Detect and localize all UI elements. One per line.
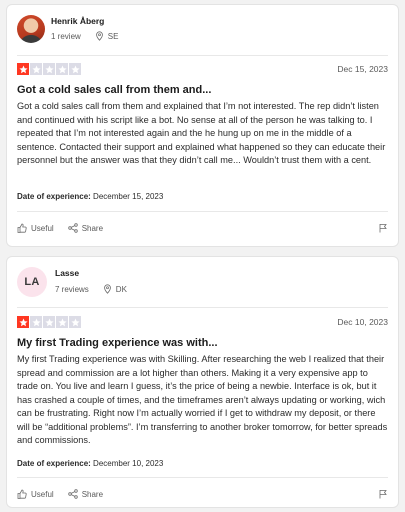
review-actions: Useful Share	[17, 487, 388, 501]
star-rating	[17, 316, 81, 328]
star-icon	[56, 316, 68, 328]
review-body: Got a cold sales call from them and expl…	[17, 101, 386, 165]
reviewer-meta: 1 review SE	[51, 31, 118, 41]
star-icon	[17, 63, 29, 75]
divider	[17, 55, 388, 56]
reviewer-country: DK	[115, 284, 127, 294]
experience-value: December 15, 2023	[93, 192, 164, 201]
divider	[17, 211, 388, 212]
review-card: Henrik Åberg 1 review SE Dec 15, 2023 Go…	[6, 4, 399, 247]
review-title[interactable]: Got a cold sales call from them and...	[17, 84, 211, 96]
star-icon	[69, 316, 81, 328]
review-date: Dec 10, 2023	[337, 317, 388, 327]
experience-date: Date of experience: December 10, 2023	[17, 459, 163, 468]
review-date: Dec 15, 2023	[337, 64, 388, 74]
share-label: Share	[81, 223, 104, 233]
thumbs-up-icon	[17, 223, 27, 233]
reviewer-header: LA Lasse 7 reviews DK	[17, 267, 387, 297]
share-icon	[67, 223, 78, 233]
share-icon	[67, 489, 78, 499]
share-button[interactable]: Share	[67, 489, 104, 499]
reviewer-meta: 7 reviews DK	[55, 284, 127, 294]
useful-button[interactable]: Useful	[17, 489, 54, 499]
flag-icon[interactable]	[378, 223, 388, 233]
review-actions: Useful Share	[17, 221, 388, 235]
reviewer-header: Henrik Åberg 1 review SE	[17, 15, 387, 45]
share-button[interactable]: Share	[67, 223, 104, 233]
review-card: LA Lasse 7 reviews DK Dec 10, 2023 My fi…	[6, 256, 399, 508]
reviewer-name[interactable]: Henrik Åberg	[51, 16, 104, 26]
star-rating	[17, 63, 81, 75]
divider	[17, 307, 388, 308]
review-count: 1 review	[51, 31, 81, 41]
reviewer-country: SE	[107, 31, 119, 41]
location-pin-icon	[95, 31, 103, 41]
review-count: 7 reviews	[55, 284, 89, 294]
share-label: Share	[81, 489, 104, 499]
star-icon	[30, 316, 42, 328]
reviewer-name[interactable]: Lasse	[55, 268, 79, 278]
star-icon	[43, 316, 55, 328]
useful-label: Useful	[31, 489, 54, 499]
location-pin-icon	[103, 284, 111, 294]
review-title[interactable]: My first Trading experience was with...	[17, 337, 218, 349]
experience-label: Date of experience:	[17, 192, 91, 201]
review-body: My first Trading experience was with Ski…	[17, 354, 388, 445]
flag-icon[interactable]	[378, 489, 388, 499]
reviewer-avatar[interactable]	[17, 15, 45, 43]
star-icon	[69, 63, 81, 75]
star-icon	[17, 316, 29, 328]
reviewer-avatar[interactable]: LA	[17, 267, 47, 297]
star-icon	[56, 63, 68, 75]
star-icon	[30, 63, 42, 75]
divider	[17, 477, 388, 478]
experience-label: Date of experience:	[17, 459, 91, 468]
useful-label: Useful	[31, 223, 54, 233]
star-icon	[43, 63, 55, 75]
thumbs-up-icon	[17, 489, 27, 499]
useful-button[interactable]: Useful	[17, 223, 54, 233]
experience-date: Date of experience: December 15, 2023	[17, 192, 163, 201]
experience-value: December 10, 2023	[93, 459, 164, 468]
